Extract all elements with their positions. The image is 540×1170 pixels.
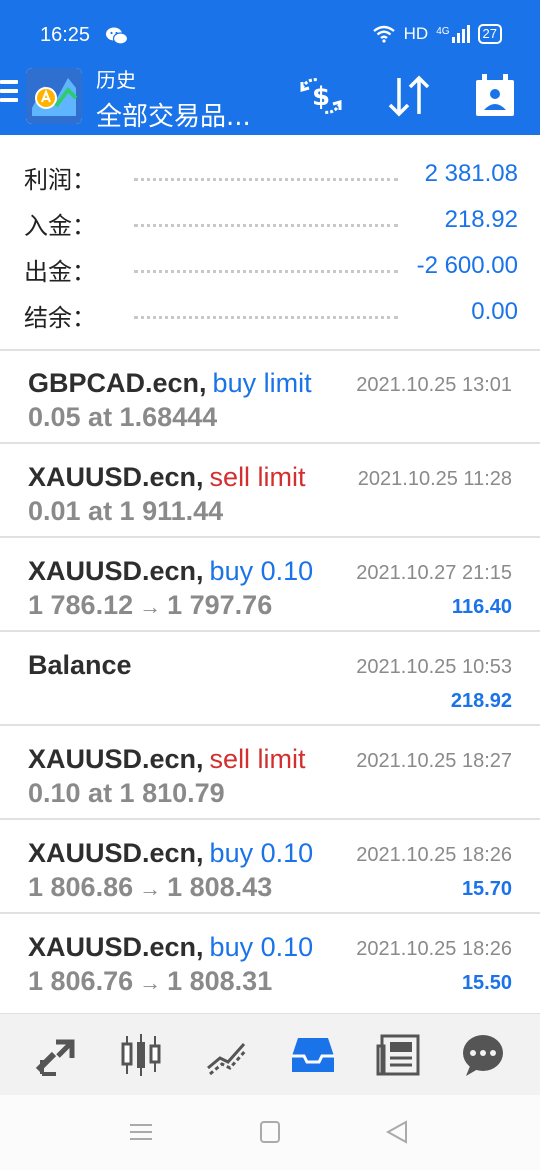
status-time: 16:25 [40,24,91,46]
history-icon[interactable] [286,1028,340,1082]
history-item[interactable]: Balance 2021.10.25 10:53 218.92 [0,632,540,726]
page-title-small: 历史 [96,68,136,92]
item-type: sell limit [209,744,306,774]
news-icon[interactable] [372,1028,426,1082]
summary-label: 结余： [24,304,96,332]
status-bar: 16:25 HD 4G 27 [0,0,540,70]
battery-level: 27 [482,26,497,41]
app-logo-icon [26,68,82,124]
item-time: 2021.10.25 11:28 [357,468,512,490]
item-type: buy 0.10 [209,838,314,868]
open-price: 1 806.86 [28,872,134,902]
signal-icon: 4G [436,25,470,43]
item-symbol: XAUUSD.ecn, [28,838,204,868]
item-type: sell limit [209,462,306,492]
summary-label: 利润： [24,166,96,194]
status-right: HD 4G 27 [372,24,502,44]
summary-row-deposit: 入金： 218.92 [24,200,518,240]
item-symbol: XAUUSD.ecn, [28,932,204,962]
summary-label: 出金： [24,258,96,286]
close-price: 1 797.76 [167,590,273,620]
item-symbol: XAUUSD.ecn, [28,744,204,774]
trade-icon[interactable] [200,1028,254,1082]
item-detail: 0.01 at 1 911.44 [28,496,224,526]
close-price: 1 808.43 [167,872,273,902]
item-detail: 1 786.12 → 1 797.76 [28,590,272,621]
menu-icon[interactable] [0,80,18,106]
item-symbol: GBPCAD.ecn, [28,368,207,398]
wifi-icon [372,25,395,43]
history-item[interactable]: XAUUSD.ecn, sell limit 0.10 at 1 810.79 2… [0,726,540,820]
svg-text:$: $ [312,82,330,112]
summary-value: 218.92 [444,206,518,233]
open-price: 1 786.12 [28,590,134,620]
summary-row-withdrawal: 出金： -2 600.00 [24,246,518,286]
item-detail: 0.10 at 1 810.79 [28,778,225,808]
history-item[interactable]: XAUUSD.ecn, buy 0.10 1 786.12 → 1 797.76 20… [0,538,540,632]
calendar-icon[interactable] [470,72,520,120]
item-type: buy limit [212,368,312,398]
summary-panel: 利润： 2 381.08 入金： 218.92 出金： -2 600.00 结余… [0,150,540,350]
summary-value: -2 600.00 [416,252,518,279]
messages-icon[interactable] [456,1028,510,1082]
chart-icon[interactable] [114,1028,168,1082]
history-item[interactable]: XAUUSD.ecn, buy 0.10 1 806.76 → 1 808.31 20… [0,914,540,1008]
app-header: 16:25 HD 4G 27 历史 全部交易品... $ [0,0,540,135]
item-profit: 15.50 [461,972,512,994]
summary-value: 2 381.08 [424,160,518,187]
arrow-right-icon: → [139,970,162,995]
currency-exchange-icon[interactable]: $ [296,72,346,120]
arrow-right-icon: → [139,876,162,901]
item-profit: 116.40 [451,596,512,618]
item-time: 2021.10.27 21:15 [356,562,512,584]
signal-label: 4G [436,26,450,37]
network-type: HD [403,24,429,43]
history-item[interactable]: XAUUSD.ecn, sell limit 0.01 at 1 911.44 2… [0,444,540,538]
wechat-icon [106,27,128,45]
item-type: buy 0.10 [209,556,314,586]
summary-row-profit: 利润： 2 381.08 [24,154,518,194]
item-time: 2021.10.25 10:53 [356,656,512,678]
close-price: 1 808.31 [167,966,273,996]
battery-icon: 27 [477,24,502,44]
back-icon[interactable] [380,1117,414,1147]
item-profit: 218.92 [450,690,512,712]
item-detail: 1 806.76 → 1 808.31 [28,966,272,997]
item-time: 2021.10.25 18:26 [356,844,512,866]
item-time: 2021.10.25 18:26 [356,938,512,960]
item-time: 2021.10.25 18:27 [356,750,512,772]
item-symbol: Balance [28,650,132,680]
summary-label: 入金： [24,212,96,240]
history-item[interactable]: XAUUSD.ecn, buy 0.10 1 806.86 → 1 808.43 20… [0,820,540,914]
home-icon[interactable] [253,1117,287,1147]
item-detail: 0.05 at 1.68444 [28,402,218,432]
history-item[interactable]: GBPCAD.ecn, buy limit 0.05 at 1.68444 202… [0,350,540,444]
arrow-right-icon: → [139,594,162,619]
item-detail: 1 806.86 → 1 808.43 [28,872,272,903]
menu-icon[interactable] [124,1117,158,1147]
item-time: 2021.10.25 13:01 [356,374,512,396]
summary-row-balance: 结余： 0.00 [24,292,518,332]
bottom-nav [0,1013,540,1095]
sort-icon[interactable] [384,72,434,120]
item-symbol: XAUUSD.ecn, [28,462,204,492]
summary-value: 0.00 [471,298,518,325]
system-nav-bar [0,1095,540,1170]
item-profit: 15.70 [461,878,512,900]
open-price: 1 806.76 [28,966,134,996]
quotes-icon[interactable] [30,1028,84,1082]
item-symbol: XAUUSD.ecn, [28,556,204,586]
symbol-filter[interactable]: 全部交易品... [96,96,251,133]
item-type: buy 0.10 [209,932,314,962]
